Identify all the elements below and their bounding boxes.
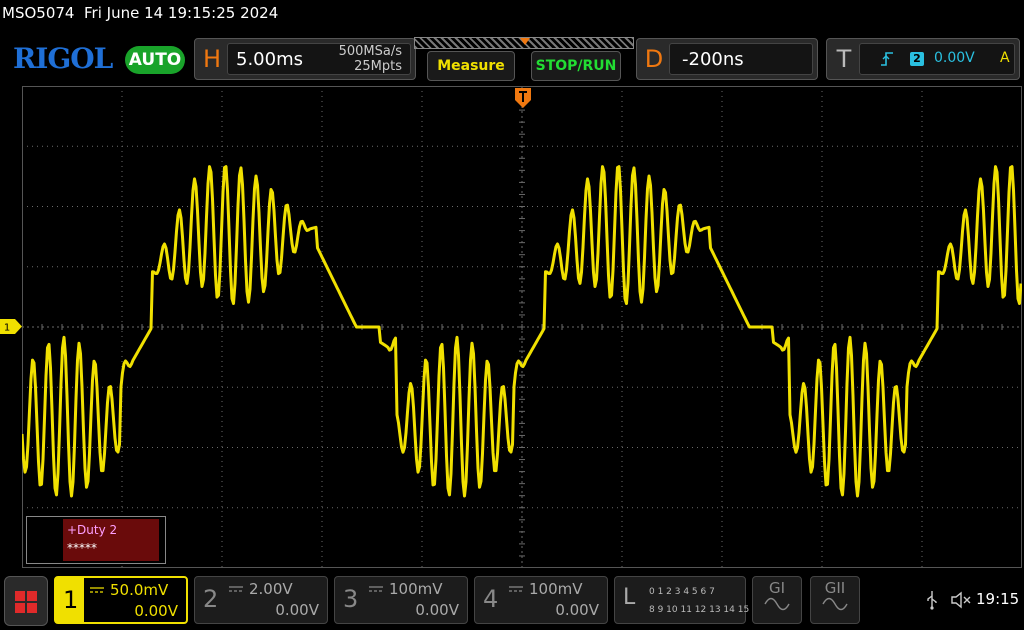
memory-position-icon [520,38,530,45]
logic-channels-low: 0 1 2 3 4 5 6 7 [649,587,715,597]
channel-3-offset: 0.00V [415,601,459,619]
trigger-position-icon[interactable] [515,88,531,108]
trigger-mode: A [1000,50,1010,66]
delay-value: -200ns [682,49,744,70]
sine-wave-icon [764,597,790,611]
generator-1-button[interactable]: GI [752,576,802,624]
rising-edge-icon [881,52,893,66]
bottom-bar: 1 50.0mV 0.00V 2 2.00V 0.00V 3 100mV 0.0… [0,572,1024,630]
measurement-value: ***** [67,541,97,555]
channel-2-scale: 2.00V [249,580,293,598]
sample-rate: 500MSa/s [338,44,402,59]
measurement-label: +Duty 2 [67,523,118,537]
stop-run-button[interactable]: STOP/RUN [531,51,621,81]
trigger-panel[interactable]: T 2 0.00V A [826,38,1020,80]
measure-button[interactable]: Measure [427,51,515,81]
dc-coupling-icon [509,586,523,592]
channel-3-number: 3 [343,585,359,613]
channel-4-offset: 0.00V [555,601,599,619]
auto-button[interactable]: AUTO [125,46,185,74]
horizontal-letter: H [202,45,222,73]
channel-1-offset: 0.00V [134,602,178,620]
trigger-readout: 2 0.00V A [859,43,1015,75]
generator-2-button[interactable]: GII [810,576,860,624]
channel-2-panel[interactable]: 2 2.00V 0.00V [194,576,328,624]
delay-panel[interactable]: D -200ns [636,38,818,80]
main-menu-button[interactable] [4,576,48,626]
datetime: Fri June 14 19:15:25 2024 [84,4,279,22]
generator-2-label: GII [824,579,846,597]
trigger-source-badge: 2 [910,52,924,66]
logic-letter: L [623,585,636,610]
generator-1-label: GI [768,579,786,597]
ch1-marker-label: 1 [4,323,10,334]
channel-4-scale: 100mV [529,580,583,598]
waveform-display[interactable] [22,86,1022,568]
brand-logo: RIGOL [13,42,113,75]
channel-1-number: 1 [63,586,79,614]
channel-2-number: 2 [203,585,219,613]
timebase-value: 5.00ms [236,49,303,70]
channel-4-panel[interactable]: 4 100mV 0.00V [474,576,608,624]
sine-wave-icon [822,597,848,611]
ch1-waveform [22,165,1022,498]
dc-coupling-icon [229,586,243,592]
clock: 19:15 [976,590,1020,608]
channel-3-panel[interactable]: 3 100mV 0.00V [334,576,468,624]
channel-1-scale: 50.0mV [110,581,169,599]
delay-readout: -200ns [669,43,813,75]
speaker-muted-icon[interactable] [950,590,972,610]
dc-coupling-icon [90,587,104,593]
channel-1-panel[interactable]: 1 50.0mV 0.00V [54,576,188,624]
horizontal-readout: 5.00ms 500MSa/s 25Mpts [227,43,411,75]
usb-icon [927,591,937,610]
menu-grid-icon [15,591,37,613]
ch1-offset-marker[interactable]: 1 [0,319,22,334]
horizontal-panel[interactable]: H 5.00ms 500MSa/s 25Mpts [194,38,416,80]
channel-4-number: 4 [483,585,499,613]
dc-coupling-icon [369,586,383,592]
logic-analyzer-panel[interactable]: L 0 1 2 3 4 5 6 7 8 9 10 11 12 13 14 15 [614,576,750,624]
channel-2-offset: 0.00V [275,601,319,619]
measurement-item[interactable]: +Duty 2 ***** [63,519,159,561]
trigger-level: 0.00V [934,50,975,66]
ch1-trace-line [22,165,1022,498]
acquisition-info: 500MSa/s 25Mpts [339,44,402,74]
measurement-panel[interactable]: +Duty 2 ***** [26,516,166,564]
delay-letter: D [644,45,664,73]
trigger-letter: T [836,45,852,73]
memory-depth: 25Mpts [354,59,402,74]
channel-3-scale: 100mV [389,580,443,598]
header-bar: RIGOL AUTO H 5.00ms 500MSa/s 25Mpts Meas… [0,34,1024,84]
status-line: MSO5074 Fri June 14 19:15:25 2024 [2,4,278,22]
model-name: MSO5074 [2,4,75,22]
logic-channels-high: 8 9 10 11 12 13 14 15 [649,605,750,615]
